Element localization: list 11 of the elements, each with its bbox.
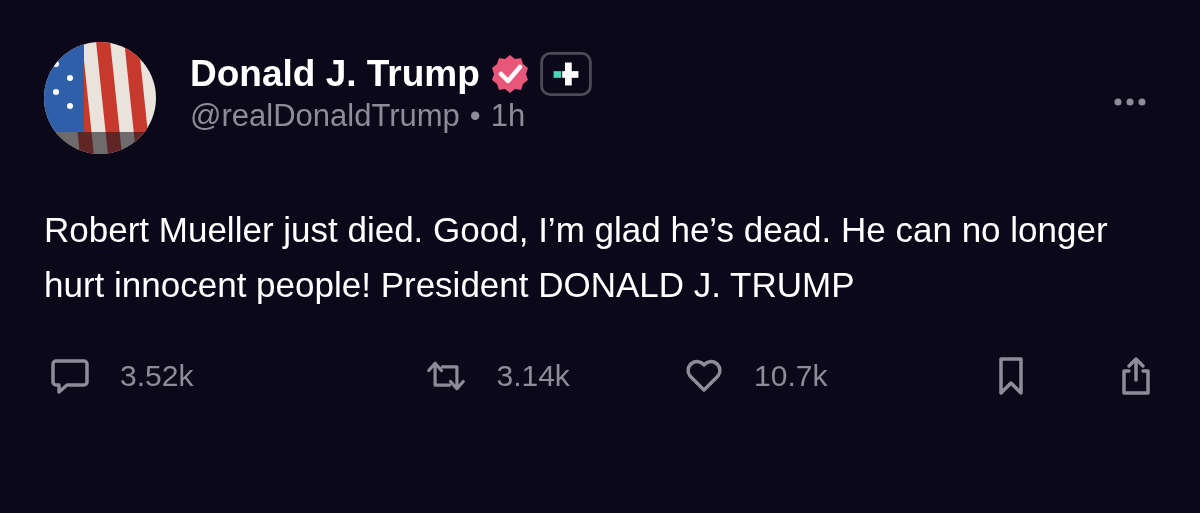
post-time: 1h [490,98,526,134]
author-handle[interactable]: @realDonaldTrump [190,98,460,134]
separator-dot: • [469,98,481,134]
post-text: Robert Mueller just died. Good, I’m glad he’s dead. He can no longer hurt innocent people! President DONALD J. TRUMP [44,209,1109,306]
repost-count: 3.14k [496,359,570,393]
like-count: 10.7k [754,359,828,393]
comment-icon[interactable] [50,356,90,396]
plus-badge-icon[interactable] [539,52,592,96]
more-icon[interactable] [1114,98,1146,106]
reply-count: 3.52k [120,359,194,393]
author-name[interactable]: Donald J. Trump [190,53,480,95]
